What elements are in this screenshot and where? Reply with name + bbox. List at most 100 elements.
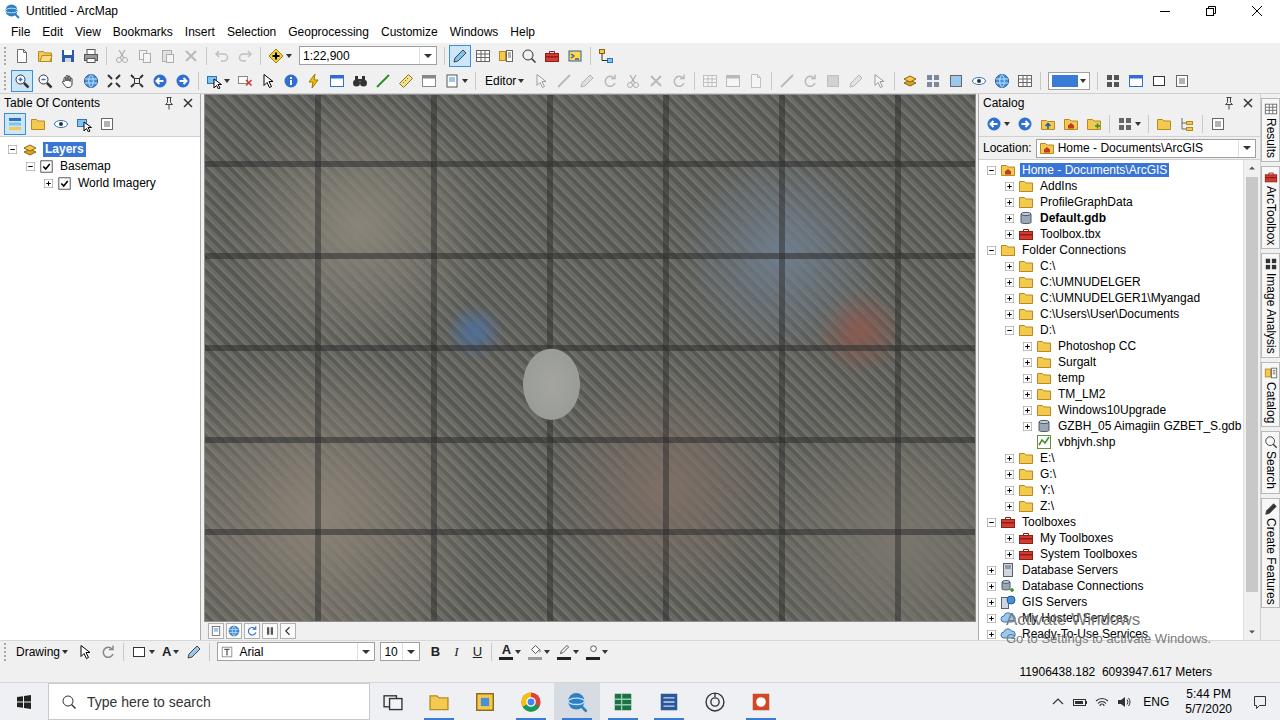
- more-options-icon[interactable]: [1174, 73, 1190, 89]
- dropdown-icon[interactable]: [358, 644, 374, 660]
- scroll-track[interactable]: [1244, 176, 1260, 624]
- docked-window-tab[interactable]: Results: [1261, 98, 1280, 162]
- pause-drawing-button[interactable]: [262, 623, 278, 639]
- expand-icon[interactable]: [1005, 294, 1014, 303]
- arccat-icon[interactable]: [474, 691, 496, 713]
- scroll-down-button[interactable]: [1244, 624, 1260, 640]
- undo-button[interactable]: [211, 45, 233, 67]
- expand-icon[interactable]: [44, 179, 53, 188]
- extent-icon[interactable]: [1151, 73, 1167, 89]
- scroll-up-icon[interactable]: [1246, 162, 1258, 174]
- zoom-in-icon[interactable]: [14, 73, 30, 89]
- image-window-icon[interactable]: [1128, 73, 1144, 89]
- rectangle-icon[interactable]: [131, 644, 147, 660]
- battery[interactable]: [1069, 683, 1091, 720]
- create-features-icon[interactable]: [748, 73, 764, 89]
- expand-icon[interactable]: [1005, 262, 1014, 271]
- close-icon[interactable]: [180, 95, 196, 111]
- pause-icon[interactable]: [264, 625, 276, 637]
- expand-icon[interactable]: [987, 582, 996, 591]
- python-icon[interactable]: [567, 48, 583, 64]
- forward-icon[interactable]: [1017, 116, 1033, 132]
- open-icon[interactable]: [37, 48, 53, 64]
- rotate-icon[interactable]: [100, 644, 116, 660]
- rotate-button[interactable]: [668, 70, 690, 92]
- ppt-icon[interactable]: [750, 691, 772, 713]
- tile-view-button[interactable]: [1102, 70, 1124, 92]
- toc-item[interactable]: Layers: [0, 141, 200, 158]
- toc-view-button[interactable]: [50, 113, 72, 135]
- html-popup-button[interactable]: [326, 70, 348, 92]
- data-view-icon[interactable]: [228, 625, 240, 637]
- windows-logo-icon[interactable]: [16, 694, 32, 710]
- restore-button[interactable]: [1188, 0, 1234, 22]
- editor-toolbar-icon[interactable]: [452, 48, 468, 64]
- find-route-icon[interactable]: [375, 73, 391, 89]
- menu-item[interactable]: File: [5, 23, 36, 42]
- dropdown-icon[interactable]: [1239, 140, 1255, 156]
- select-features-button[interactable]: [203, 70, 233, 92]
- menu-item[interactable]: Customize: [375, 23, 444, 42]
- refresh-button[interactable]: [244, 623, 260, 639]
- catalog-tree-item[interactable]: D:\: [979, 322, 1243, 338]
- map-imagery[interactable]: [204, 94, 976, 622]
- sketch-properties-icon[interactable]: [725, 73, 741, 89]
- redo-icon[interactable]: [237, 48, 253, 64]
- list-by-source-icon[interactable]: [30, 116, 46, 132]
- full-extent-icon[interactable]: [83, 73, 99, 89]
- open-button[interactable]: [34, 45, 56, 67]
- point-button[interactable]: [822, 70, 844, 92]
- home-button[interactable]: [1060, 113, 1082, 135]
- modelbuilder-button[interactable]: [595, 45, 617, 67]
- sketch-properties-button[interactable]: [722, 70, 744, 92]
- fill-color-icon[interactable]: [529, 643, 542, 656]
- rectangle-button[interactable]: [128, 641, 158, 663]
- arc-segment-icon[interactable]: [802, 73, 818, 89]
- select-elements-icon[interactable]: [77, 644, 93, 660]
- link-table-icon[interactable]: [1017, 73, 1033, 89]
- connect-folder-icon[interactable]: [1086, 116, 1102, 132]
- cut-polygons-icon[interactable]: [625, 73, 641, 89]
- tab-cat-icon[interactable]: [1264, 366, 1278, 380]
- expand-icon[interactable]: [1005, 502, 1014, 511]
- image-window-button[interactable]: [1125, 70, 1147, 92]
- paste-icon[interactable]: [160, 48, 176, 64]
- expand-icon[interactable]: [987, 630, 996, 639]
- minimize-button[interactable]: [1142, 0, 1188, 22]
- copy-icon[interactable]: [137, 48, 153, 64]
- catalog-tree-item[interactable]: C:\UMNUDELGER: [979, 274, 1243, 290]
- print-icon[interactable]: [83, 48, 99, 64]
- catalog-tree-item[interactable]: My Hosted Services: [979, 610, 1243, 626]
- swipe-icon[interactable]: [948, 73, 964, 89]
- create-viewer-icon[interactable]: [444, 73, 460, 89]
- attributes-button[interactable]: [699, 70, 721, 92]
- more-options-button[interactable]: [1171, 70, 1193, 92]
- catalog-tree-item[interactable]: Windows10Upgrade: [979, 402, 1243, 418]
- edit-vertices-button[interactable]: [183, 641, 205, 663]
- create-features-button[interactable]: [745, 70, 767, 92]
- catalog-tree-item[interactable]: Ready-To-Use Services: [979, 626, 1243, 640]
- toc-view-button[interactable]: [27, 113, 49, 135]
- find-icon[interactable]: [352, 73, 368, 89]
- pin-icon[interactable]: [1221, 95, 1237, 111]
- zoom-out-button[interactable]: [34, 70, 56, 92]
- catalog-tree-item[interactable]: Photoshop CC: [979, 338, 1243, 354]
- line-color-button[interactable]: [554, 642, 582, 662]
- restore-icon[interactable]: [1203, 3, 1219, 19]
- new-folder-icon[interactable]: [1156, 116, 1172, 132]
- marker-color-button[interactable]: [583, 642, 611, 662]
- new-folder-button[interactable]: [1153, 113, 1175, 135]
- expand-icon[interactable]: [1005, 278, 1014, 287]
- italic-button[interactable]: I: [446, 642, 466, 662]
- split-icon[interactable]: [648, 73, 664, 89]
- up-one-level-icon[interactable]: [1040, 116, 1056, 132]
- undo-icon[interactable]: [214, 48, 230, 64]
- georeference-button[interactable]: [991, 70, 1013, 92]
- collapse-icon[interactable]: [987, 518, 996, 527]
- identify-icon[interactable]: [283, 73, 299, 89]
- catalog-tree-item[interactable]: ProfileGraphData: [979, 194, 1243, 210]
- save-icon[interactable]: [60, 48, 76, 64]
- arctoolbox-button[interactable]: [541, 45, 563, 67]
- edit-tool-button[interactable]: [530, 70, 552, 92]
- point-icon[interactable]: [825, 73, 841, 89]
